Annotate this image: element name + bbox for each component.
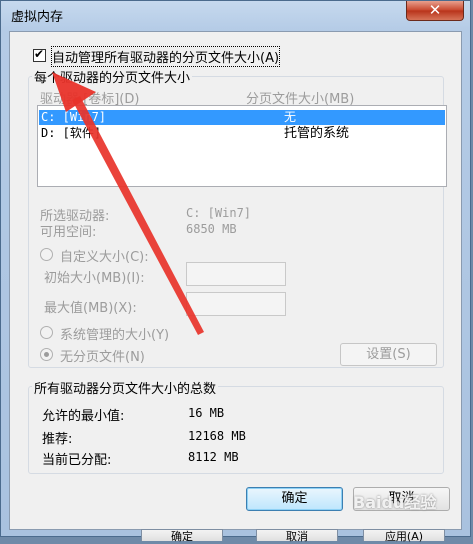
free-space-label: 可用空间:	[40, 225, 97, 240]
checkmark-icon: ✔	[34, 47, 45, 61]
background-ok-button[interactable]: 确定	[141, 529, 223, 543]
drive-name: C: [Win7]	[41, 110, 107, 124]
allocated-label: 当前已分配:	[42, 453, 112, 468]
custom-size-label: 自定义大小(C):	[60, 250, 149, 265]
totals-group-title: 所有驱动器分页文件大小的总数	[32, 378, 219, 397]
initial-size-input[interactable]	[186, 262, 286, 286]
drive-size: 无	[284, 110, 297, 124]
selected-drive-value: C: [Win7]	[186, 206, 252, 220]
drive-size: 托管的系统	[284, 126, 350, 141]
background-cancel-button[interactable]: 取消	[256, 529, 338, 543]
recommended-value: 12168 MB	[188, 429, 246, 443]
drive-row-d[interactable]: D: [软件] 托管的系统	[39, 126, 445, 141]
background-apply-button[interactable]: 应用(A)	[363, 529, 445, 543]
auto-manage-label[interactable]: 自动管理所有驱动器的分页文件大小(A)	[50, 46, 281, 67]
initial-size-label: 初始大小(MB)(I):	[44, 271, 145, 286]
system-managed-label: 系统管理的大小(Y)	[60, 328, 170, 343]
max-size-input[interactable]	[186, 292, 286, 316]
set-button[interactable]: 设置(S)	[340, 343, 437, 366]
system-managed-radio[interactable]	[40, 326, 53, 339]
per-drive-group-title: 每个驱动器的分页文件大小	[32, 67, 193, 86]
drive-name: D: [软件]	[41, 126, 102, 140]
title-bar[interactable]: 虚拟内存 ✕	[1, 1, 470, 29]
drive-listbox[interactable]: C: [Win7] 无 D: [软件] 托管的系统	[37, 105, 447, 187]
radio-dot-icon	[44, 352, 49, 357]
baidu-watermark: Baidu经验	[353, 493, 437, 512]
max-size-label: 最大值(MB)(X):	[44, 301, 137, 316]
custom-size-radio[interactable]	[40, 248, 53, 261]
min-size-value: 16 MB	[188, 406, 225, 420]
window-title: 虚拟内存	[11, 10, 64, 25]
drive-row-c[interactable]: C: [Win7] 无	[39, 110, 445, 125]
close-icon: ✕	[428, 1, 442, 19]
no-paging-radio[interactable]	[40, 348, 53, 361]
recommended-label: 推荐:	[42, 432, 73, 447]
free-space-value: 6850 MB	[186, 222, 237, 236]
allocated-value: 8112 MB	[188, 450, 239, 464]
dialog-content: ✔ 自动管理所有驱动器的分页文件大小(A) 每个驱动器的分页文件大小 驱动器 […	[9, 31, 462, 530]
close-button[interactable]: ✕	[406, 1, 464, 21]
virtual-memory-dialog: 虚拟内存 ✕ ✔ 自动管理所有驱动器的分页文件大小(A) 每个驱动器的分页文件大…	[0, 0, 471, 543]
no-paging-label: 无分页文件(N)	[60, 350, 145, 365]
min-size-label: 允许的最小值:	[42, 409, 125, 424]
ok-button[interactable]: 确定	[246, 487, 343, 511]
auto-manage-checkbox[interactable]: ✔	[33, 47, 46, 62]
